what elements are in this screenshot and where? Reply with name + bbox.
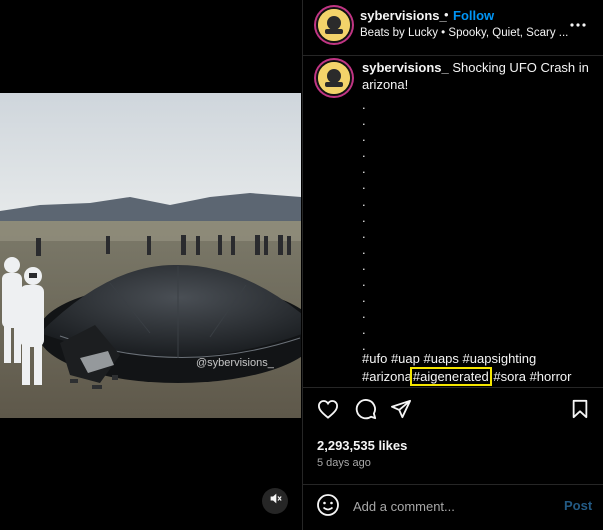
video-watermark: @sybervisions_ <box>196 357 274 369</box>
like-button[interactable] <box>315 398 341 424</box>
audio-track-link[interactable]: Beats by Lucky • Spooky, Quiet, Scary ..… <box>360 27 568 39</box>
mute-button[interactable] <box>262 488 288 514</box>
caption-dot-lines: . . . . . . . . . . . . . . . . <box>362 97 382 355</box>
hashtag-link[interactable]: #uap <box>391 351 420 366</box>
follow-button[interactable]: Follow <box>453 8 494 23</box>
heart-icon <box>317 399 339 424</box>
separator-dot: • <box>444 7 449 22</box>
caption-dot: . <box>362 290 366 306</box>
hashtag-link[interactable]: #sora <box>493 369 526 384</box>
caption-dot: . <box>362 193 366 209</box>
comment-icon <box>355 398 377 425</box>
bookmark-icon <box>571 399 589 424</box>
comment-bar: Post <box>303 485 603 530</box>
emoji-button[interactable] <box>316 493 340 517</box>
post-timestamp[interactable]: 5 days ago <box>317 457 371 469</box>
caption-username[interactable]: sybervisions_ <box>362 60 449 75</box>
author-username[interactable]: sybervisions_ <box>360 8 447 23</box>
avatar[interactable] <box>316 7 352 43</box>
share-button[interactable] <box>388 398 414 424</box>
like-count[interactable]: 2,293,535 likes <box>317 438 407 453</box>
caption-dot: . <box>362 322 366 338</box>
post-header: sybervisions_ • Follow Beats by Lucky • … <box>303 0 603 56</box>
emoji-icon <box>316 494 340 521</box>
post-comment-button[interactable]: Post <box>564 498 592 513</box>
more-options-button[interactable] <box>567 12 589 34</box>
caption-dot: . <box>362 161 366 177</box>
post-actions <box>303 398 603 428</box>
caption-dot: . <box>362 225 366 241</box>
video-player[interactable] <box>0 93 301 418</box>
hashtag-link[interactable]: #horror <box>530 369 572 384</box>
hashtag-link[interactable]: #arizona <box>362 369 412 384</box>
caption-dot: . <box>362 113 366 129</box>
hashtag-list: #ufo #uap #uaps #uapsighting #arizona#ai… <box>362 350 597 386</box>
more-horizontal-icon <box>570 14 586 32</box>
hashtag-link-highlighted[interactable]: #aigenerated <box>409 366 492 386</box>
ufo-crash-video-frame <box>0 93 301 418</box>
actions-divider <box>303 387 603 388</box>
caption-dot: . <box>362 97 366 112</box>
comment-input[interactable] <box>353 496 553 516</box>
caption-dot: . <box>362 306 366 322</box>
save-button[interactable] <box>567 398 593 424</box>
hashtag-link[interactable]: #ufo <box>362 351 387 366</box>
media-panel: @sybervisions_ <box>0 0 302 530</box>
hashtag-link[interactable]: #uaps <box>423 351 458 366</box>
caption-dot: . <box>362 241 366 257</box>
caption-dot: . <box>362 177 366 193</box>
caption-dot: . <box>362 145 366 161</box>
hashtag-link[interactable]: #uapsighting <box>463 351 537 366</box>
comment-button[interactable] <box>353 398 379 424</box>
caption-avatar[interactable] <box>316 60 352 96</box>
post-details-panel: sybervisions_ • Follow Beats by Lucky • … <box>303 0 603 530</box>
caption-dot: . <box>362 274 366 290</box>
caption-dot: . <box>362 129 366 145</box>
post-caption: sybervisions_ Shocking UFO Crash in ariz… <box>362 59 592 93</box>
caption-dot: . <box>362 257 366 273</box>
caption-section: sybervisions_ Shocking UFO Crash in ariz… <box>303 57 603 387</box>
caption-dot: . <box>362 209 366 225</box>
share-icon <box>390 399 412 424</box>
speaker-muted-icon <box>269 492 282 510</box>
